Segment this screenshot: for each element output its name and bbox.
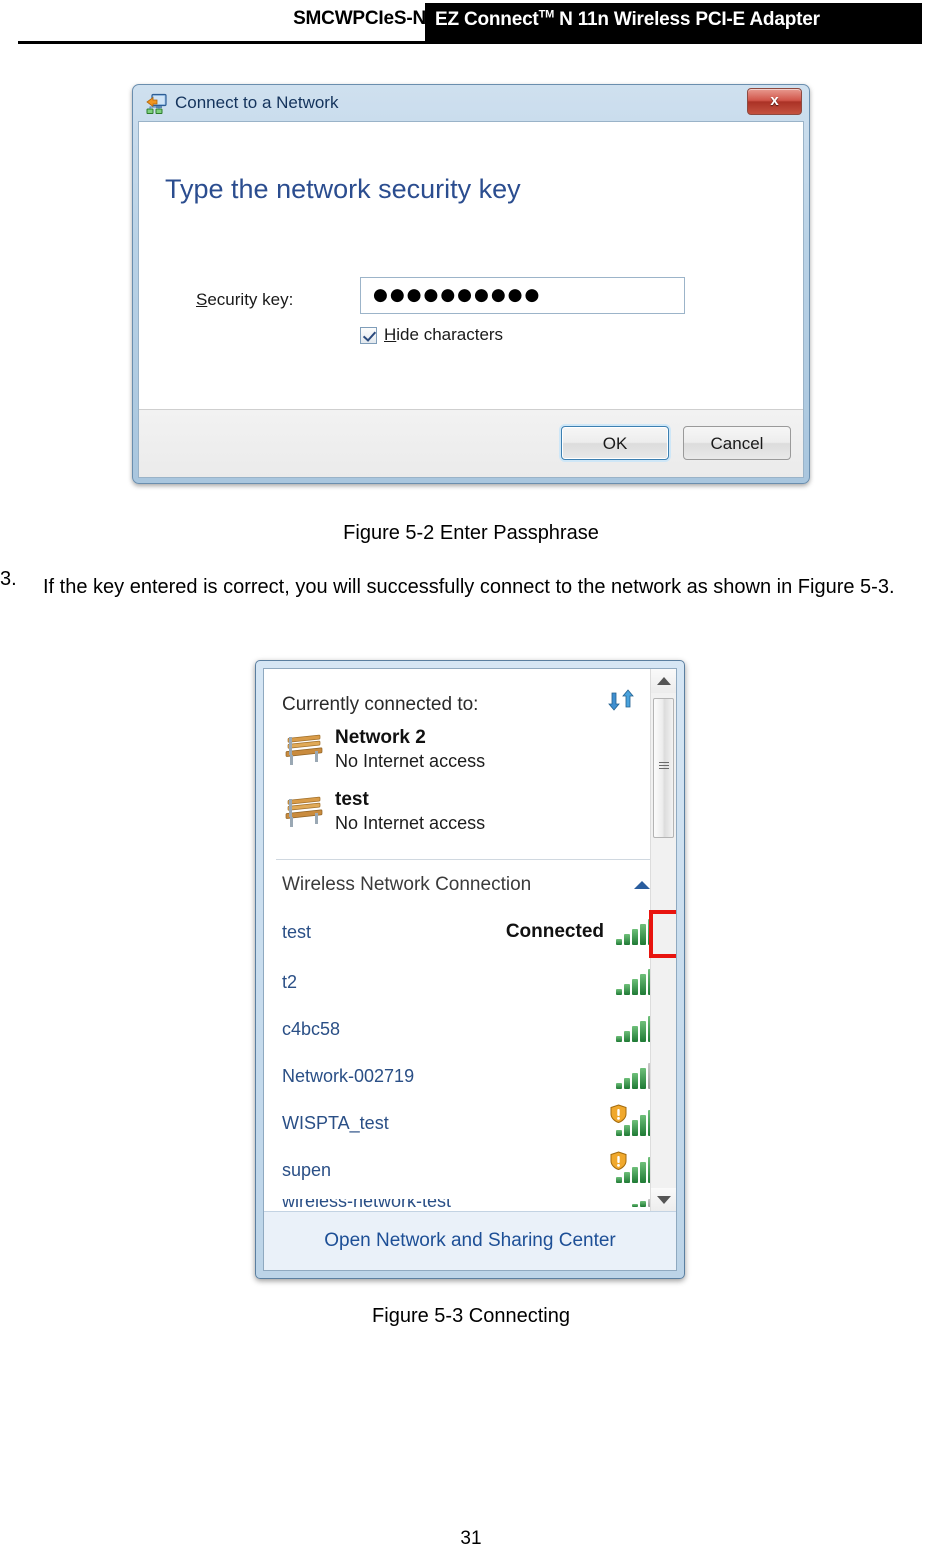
dialog-body: Type the network security key Security k…	[138, 121, 804, 478]
network-ssid: WISPTA_test	[282, 1112, 389, 1133]
signal-strength-icon	[610, 1151, 650, 1183]
public-network-bench-icon	[282, 791, 326, 829]
header-product-name: EZ ConnectTM N 11n Wireless PCI-E Adapte…	[435, 9, 820, 31]
step-number: 3.	[0, 568, 17, 590]
signal-strength-icon	[632, 1199, 650, 1207]
network-flyout-dialog: Currently connected to: Network 2 No Int…	[255, 660, 685, 1279]
cancel-button[interactable]: Cancel	[683, 426, 791, 460]
network-ssid: supen	[282, 1159, 332, 1180]
signal-strength-icon	[616, 919, 650, 945]
network-ssid: c4bc58	[282, 1018, 341, 1039]
connect-network-icon	[146, 93, 168, 115]
network-list-item[interactable]: c4bc58	[282, 1012, 650, 1046]
step-text: If the key entered is correct, you will …	[43, 576, 895, 598]
signal-strength-icon	[616, 1016, 650, 1042]
scroll-down-icon[interactable]	[651, 1188, 676, 1212]
header-model-name: SMCWPCIeS-N	[293, 8, 426, 29]
connected-network-text: Network 2 No Internet access	[335, 727, 485, 773]
figure-5-2-caption: Figure 5-2 Enter Passphrase	[343, 522, 599, 544]
header-product-suffix: N 11n Wireless PCI-E Adapter	[554, 9, 820, 30]
network-ssid: test	[282, 921, 312, 942]
header-rule	[18, 41, 922, 44]
connected-network-text: test No Internet access	[335, 789, 485, 835]
security-key-label-accel: S	[196, 290, 208, 309]
refresh-icon[interactable]	[608, 687, 634, 713]
wireless-network-connection-section[interactable]: Wireless Network Connection	[282, 874, 650, 896]
network-list-item[interactable]: test Connected	[282, 915, 650, 949]
connect-to-network-dialog: Connect to a Network x Type the network …	[132, 84, 810, 484]
connected-network-status: No Internet access	[335, 751, 486, 771]
security-warning-shield-icon	[610, 1104, 627, 1124]
signal-strength-icon	[616, 1063, 650, 1089]
security-key-label: Security key:	[196, 290, 293, 310]
public-network-bench-icon	[282, 729, 326, 767]
dialog-heading: Type the network security key	[165, 174, 521, 204]
connected-network-name: test	[335, 789, 369, 810]
scrollbar-grip-icon	[659, 762, 669, 771]
network-ssid: wireless-network-test	[282, 1199, 452, 1211]
hide-characters-checkbox-row[interactable]: HHide characterside characters	[360, 325, 503, 345]
section-divider	[276, 859, 650, 860]
figure-5-3-caption: Figure 5-3 Connecting	[372, 1305, 570, 1327]
network-list-item[interactable]: t2	[282, 965, 650, 999]
dialog-titlebar: Connect to a Network x	[137, 88, 805, 121]
security-key-label-rest: ecurity key:	[207, 290, 294, 309]
scrollbar-thumb[interactable]	[653, 698, 674, 838]
currently-connected-label: Currently connected to:	[282, 694, 479, 715]
connected-network-status: No Internet access	[335, 813, 486, 833]
chevron-up-icon[interactable]	[634, 881, 650, 889]
security-key-input[interactable]: ●●●●●●●●●●	[360, 277, 685, 314]
security-key-value: ●●●●●●●●●●	[373, 285, 542, 305]
security-warning-shield-icon	[610, 1151, 627, 1171]
wireless-network-connection-label: Wireless Network Connection	[282, 874, 532, 895]
network-list-item[interactable]: supen	[282, 1151, 650, 1187]
network-status: Connected	[505, 921, 604, 942]
network-ssid: t2	[282, 971, 298, 992]
page-number: 31	[460, 1528, 482, 1549]
network-ssid: Network-002719	[282, 1065, 415, 1086]
signal-strength-icon	[610, 1104, 650, 1136]
page-header: SMCWPCIeS-N EZ ConnectTM N 11n Wireless …	[0, 0, 942, 46]
close-icon[interactable]: x	[747, 88, 802, 115]
dialog-title: Connect to a Network	[175, 93, 339, 112]
open-network-sharing-center-button[interactable]: Open Network and Sharing Center	[264, 1211, 676, 1270]
vertical-scrollbar[interactable]	[650, 669, 676, 1212]
scroll-up-icon[interactable]	[651, 669, 676, 693]
connected-network-name: Network 2	[335, 727, 426, 748]
header-product-prefix: EZ Connect	[435, 9, 539, 30]
network-scroll-area: Currently connected to: Network 2 No Int…	[264, 669, 650, 1212]
dialog-footer: OK Cancel	[139, 409, 803, 477]
header-trademark-mark: TM	[538, 8, 555, 21]
hide-characters-checkbox[interactable]	[360, 326, 377, 344]
connected-network-entry: Network 2 No Internet access	[282, 727, 485, 773]
ok-button[interactable]: OK	[561, 426, 669, 460]
network-flyout-inner: Currently connected to: Network 2 No Int…	[263, 668, 677, 1271]
connected-network-entry: test No Internet access	[282, 789, 485, 835]
network-list-item[interactable]: WISPTA_test	[282, 1104, 650, 1140]
hide-characters-label: HHide characterside characters	[384, 325, 504, 344]
open-network-sharing-center-label: Open Network and Sharing Center	[324, 1230, 616, 1251]
signal-strength-icon	[616, 969, 650, 995]
network-list-item[interactable]: Network-002719	[282, 1059, 650, 1093]
